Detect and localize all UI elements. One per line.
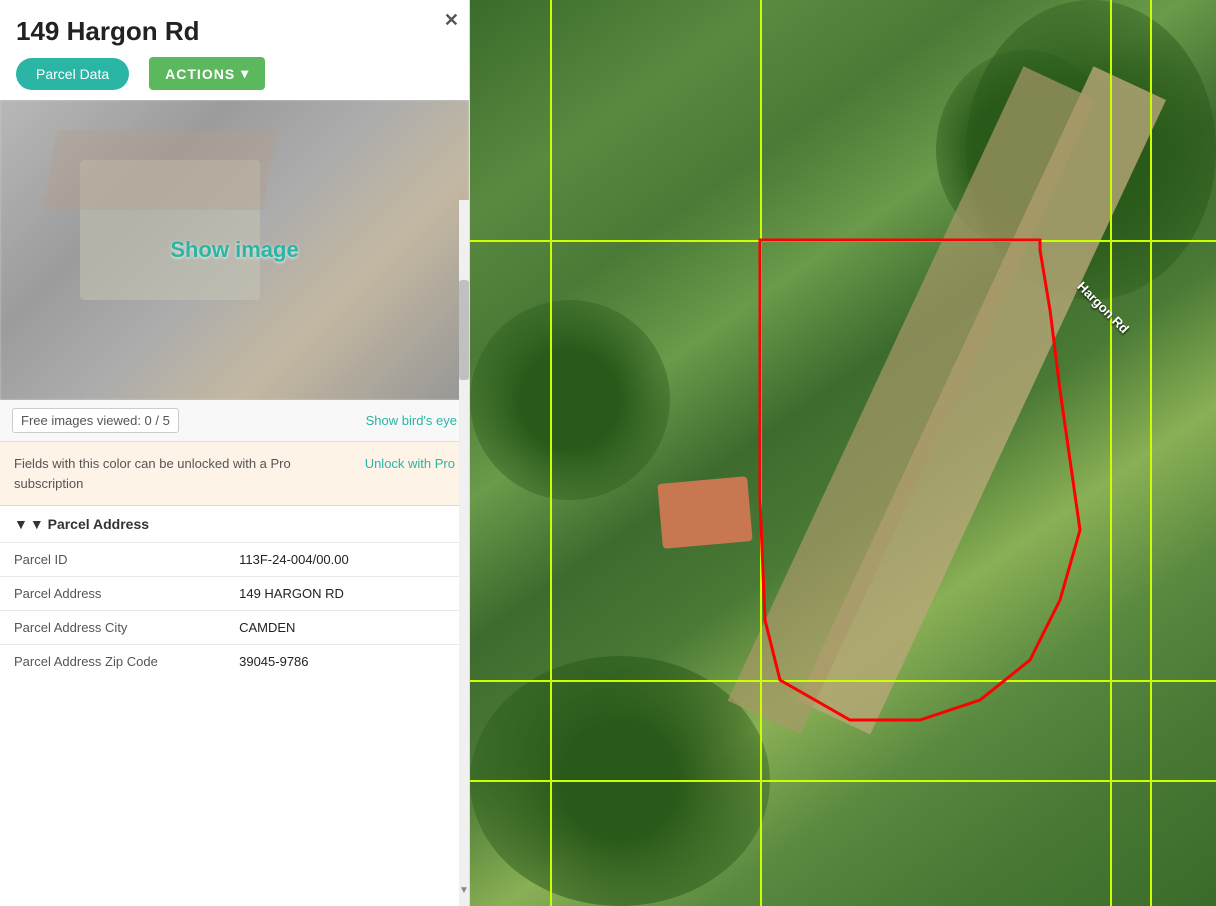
free-images-count: Free images viewed: 0 / 5 bbox=[12, 408, 179, 433]
field-value: CAMDEN bbox=[225, 611, 469, 645]
grid-line-v1 bbox=[550, 0, 552, 906]
unlock-pro-button[interactable]: Unlock with Pro bbox=[365, 454, 455, 471]
table-row: Parcel Address 149 HARGON RD bbox=[0, 577, 469, 611]
page-title: 149 Hargon Rd bbox=[16, 16, 453, 47]
section-parcel-address-header[interactable]: ▼ ▼ Parcel Address bbox=[0, 506, 469, 542]
image-roof-shape bbox=[43, 130, 277, 210]
pro-notice-text: Fields with this color can be unlocked w… bbox=[14, 454, 353, 493]
map-container[interactable]: Hargon Rd bbox=[470, 0, 1216, 906]
field-value: 149 HARGON RD bbox=[225, 577, 469, 611]
actions-label: ACTIONS bbox=[165, 66, 235, 82]
scroll-down-arrow[interactable]: ▼ bbox=[459, 885, 469, 896]
actions-button[interactable]: ACTIONS ▾ bbox=[149, 57, 265, 90]
property-image-container: Show image bbox=[0, 100, 469, 400]
map-background bbox=[470, 0, 1216, 906]
grid-line-h3 bbox=[470, 780, 1216, 782]
field-value: 113F-24-004/00.00 bbox=[225, 543, 469, 577]
show-image-button[interactable]: Show image bbox=[170, 237, 298, 263]
grid-line-v4 bbox=[1150, 0, 1152, 906]
data-section: ▼ ▼ Parcel Address Parcel ID 113F-24-004… bbox=[0, 506, 469, 906]
tree-cluster-4 bbox=[470, 300, 670, 500]
field-label: Parcel ID bbox=[0, 543, 225, 577]
table-row: Parcel Address Zip Code 39045-9786 bbox=[0, 645, 469, 679]
building-shape bbox=[657, 476, 752, 549]
parcel-address-table: Parcel ID 113F-24-004/00.00 Parcel Addre… bbox=[0, 542, 469, 678]
close-button[interactable]: ✕ bbox=[444, 10, 459, 31]
grid-line-v3 bbox=[1110, 0, 1112, 906]
scrollbar-thumb[interactable] bbox=[459, 280, 469, 380]
table-row: Parcel ID 113F-24-004/00.00 bbox=[0, 543, 469, 577]
field-label: Parcel Address bbox=[0, 577, 225, 611]
field-value: 39045-9786 bbox=[225, 645, 469, 679]
field-label: Parcel Address Zip Code bbox=[0, 645, 225, 679]
panel-header: 149 Hargon Rd Parcel Data ACTIONS ▾ bbox=[0, 0, 469, 100]
field-label: Parcel Address City bbox=[0, 611, 225, 645]
grid-line-h2 bbox=[470, 680, 1216, 682]
section-label: ▼ Parcel Address bbox=[30, 516, 149, 532]
scrollbar-track: ▼ bbox=[459, 200, 469, 906]
image-footer: Free images viewed: 0 / 5 Show bird's ey… bbox=[0, 400, 469, 442]
grid-line-v2 bbox=[760, 0, 762, 906]
birds-eye-button[interactable]: Show bird's eye bbox=[366, 413, 457, 428]
grid-line-h1 bbox=[470, 240, 1216, 242]
pro-notice-banner: Fields with this color can be unlocked w… bbox=[0, 442, 469, 506]
section-arrow-icon: ▼ bbox=[14, 516, 28, 532]
parcel-data-button[interactable]: Parcel Data bbox=[16, 58, 129, 90]
header-buttons: Parcel Data ACTIONS ▾ bbox=[16, 57, 453, 90]
actions-arrow-icon: ▾ bbox=[241, 65, 249, 82]
table-row: Parcel Address City CAMDEN bbox=[0, 611, 469, 645]
left-panel: ✕ 149 Hargon Rd Parcel Data ACTIONS ▾ Sh… bbox=[0, 0, 470, 906]
